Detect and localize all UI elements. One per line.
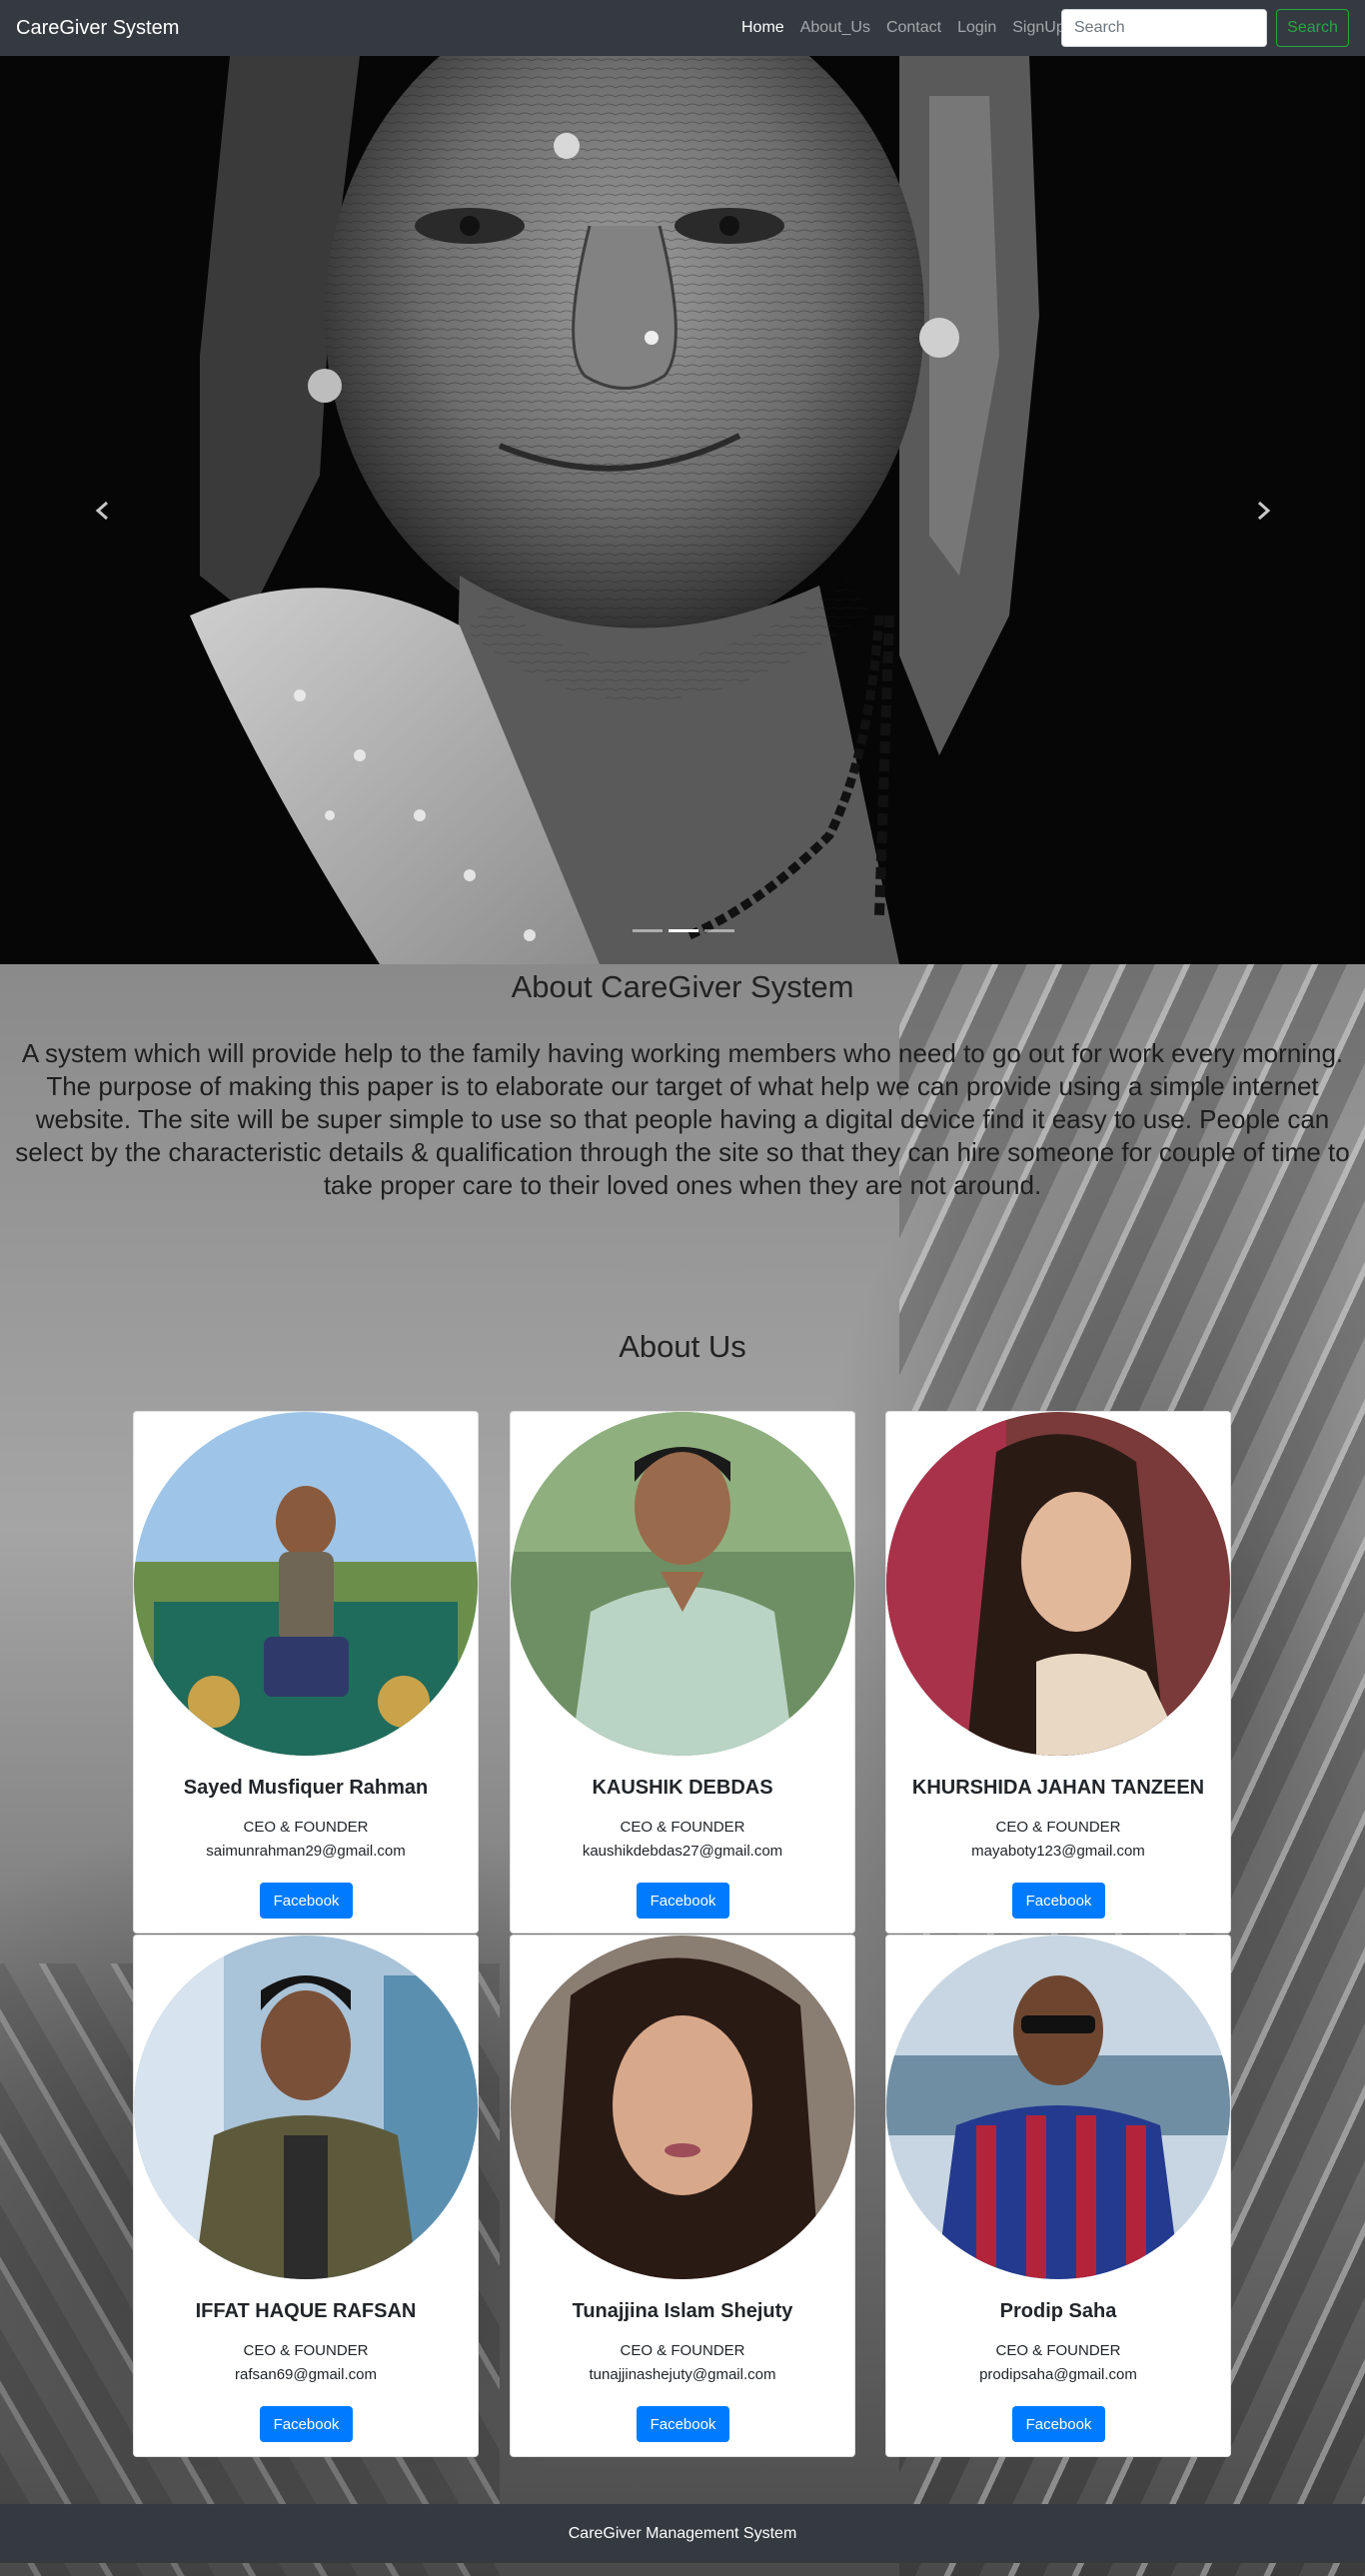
- member-name: Prodip Saha: [999, 2300, 1117, 2322]
- team-card: IFFAT HAQUE RAFSAN CEO & FOUNDER rafsan6…: [133, 1934, 479, 2457]
- nav-link-about-us[interactable]: About_Us: [792, 0, 878, 56]
- avatar: [134, 1412, 478, 1756]
- team-card: KHURSHIDA JAHAN TANZEEN CEO & FOUNDER ma…: [885, 1411, 1231, 1933]
- facebook-button[interactable]: Facebook: [260, 2406, 353, 2442]
- carousel-indicator[interactable]: [633, 929, 663, 932]
- search-button[interactable]: Search: [1276, 9, 1349, 47]
- member-role: CEO & FOUNDER: [243, 1819, 369, 1836]
- avatar: [511, 1935, 854, 2279]
- avatar: [511, 1412, 854, 1756]
- member-name: IFFAT HAQUE RAFSAN: [195, 2300, 417, 2322]
- hero-carousel: [0, 56, 1365, 964]
- nav-link-contact[interactable]: Contact: [878, 0, 949, 56]
- nav-link-home[interactable]: Home: [733, 0, 792, 56]
- carousel-indicator[interactable]: [704, 929, 734, 932]
- facebook-button[interactable]: Facebook: [1012, 2406, 1105, 2442]
- nav-links: Home About_Us Contact Login SignUp: [733, 0, 1073, 56]
- member-name: KAUSHIK DEBDAS: [592, 1777, 773, 1799]
- brand-logo[interactable]: CareGiver System: [16, 0, 179, 56]
- facebook-button[interactable]: Facebook: [260, 1883, 353, 1919]
- member-name: KHURSHIDA JAHAN TANZEEN: [911, 1777, 1205, 1799]
- member-role: CEO & FOUNDER: [620, 1819, 745, 1836]
- facebook-button[interactable]: Facebook: [1012, 1883, 1105, 1919]
- member-email: prodipsaha@gmail.com: [979, 2366, 1137, 2383]
- member-email: saimunrahman29@gmail.com: [206, 1843, 406, 1860]
- member-name: Sayed Musfiquer Rahman: [183, 1777, 429, 1799]
- facebook-button[interactable]: Facebook: [637, 2406, 729, 2442]
- search-input[interactable]: [1061, 9, 1267, 47]
- member-email: mayaboty123@gmail.com: [971, 1843, 1145, 1860]
- member-role: CEO & FOUNDER: [620, 2342, 745, 2359]
- team-card: KAUSHIK DEBDAS CEO & FOUNDER kaushikdebd…: [510, 1411, 855, 1933]
- navbar: CareGiver System Home About_Us Contact L…: [0, 0, 1365, 56]
- member-email: kaushikdebdas27@gmail.com: [582, 1843, 783, 1860]
- chevron-right-icon: [1257, 501, 1270, 520]
- member-role: CEO & FOUNDER: [243, 2342, 369, 2359]
- avatar: [886, 1935, 1230, 2279]
- facebook-button[interactable]: Facebook: [637, 1883, 729, 1919]
- team-card: Tunajjina Islam Shejuty CEO & FOUNDER tu…: [510, 1934, 855, 2457]
- carousel-next-control[interactable]: [1160, 56, 1365, 964]
- nav-link-login[interactable]: Login: [949, 0, 1004, 56]
- member-name: Tunajjina Islam Shejuty: [572, 2300, 793, 2322]
- avatar: [134, 1935, 478, 2279]
- chevron-left-icon: [95, 501, 108, 520]
- member-role: CEO & FOUNDER: [995, 2342, 1121, 2359]
- avatar: [886, 1412, 1230, 1756]
- about-system-title: About CareGiver System: [511, 969, 854, 1004]
- carousel-indicator-active[interactable]: [669, 929, 698, 932]
- member-email: tunajjinashejuty@gmail.com: [589, 2366, 776, 2383]
- team-card: Prodip Saha CEO & FOUNDER prodipsaha@gma…: [885, 1934, 1231, 2457]
- team-section-title: About Us: [619, 1329, 746, 1364]
- about-system-text: A system which will provide help to the …: [15, 1038, 1350, 1200]
- member-role: CEO & FOUNDER: [995, 1819, 1121, 1836]
- carousel-prev-control[interactable]: [0, 56, 205, 964]
- carousel-indicators: [633, 929, 734, 932]
- footer: CareGiver Management System: [0, 2504, 1365, 2563]
- member-email: rafsan69@gmail.com: [235, 2366, 377, 2383]
- team-card: Sayed Musfiquer Rahman CEO & FOUNDER sai…: [133, 1411, 479, 1933]
